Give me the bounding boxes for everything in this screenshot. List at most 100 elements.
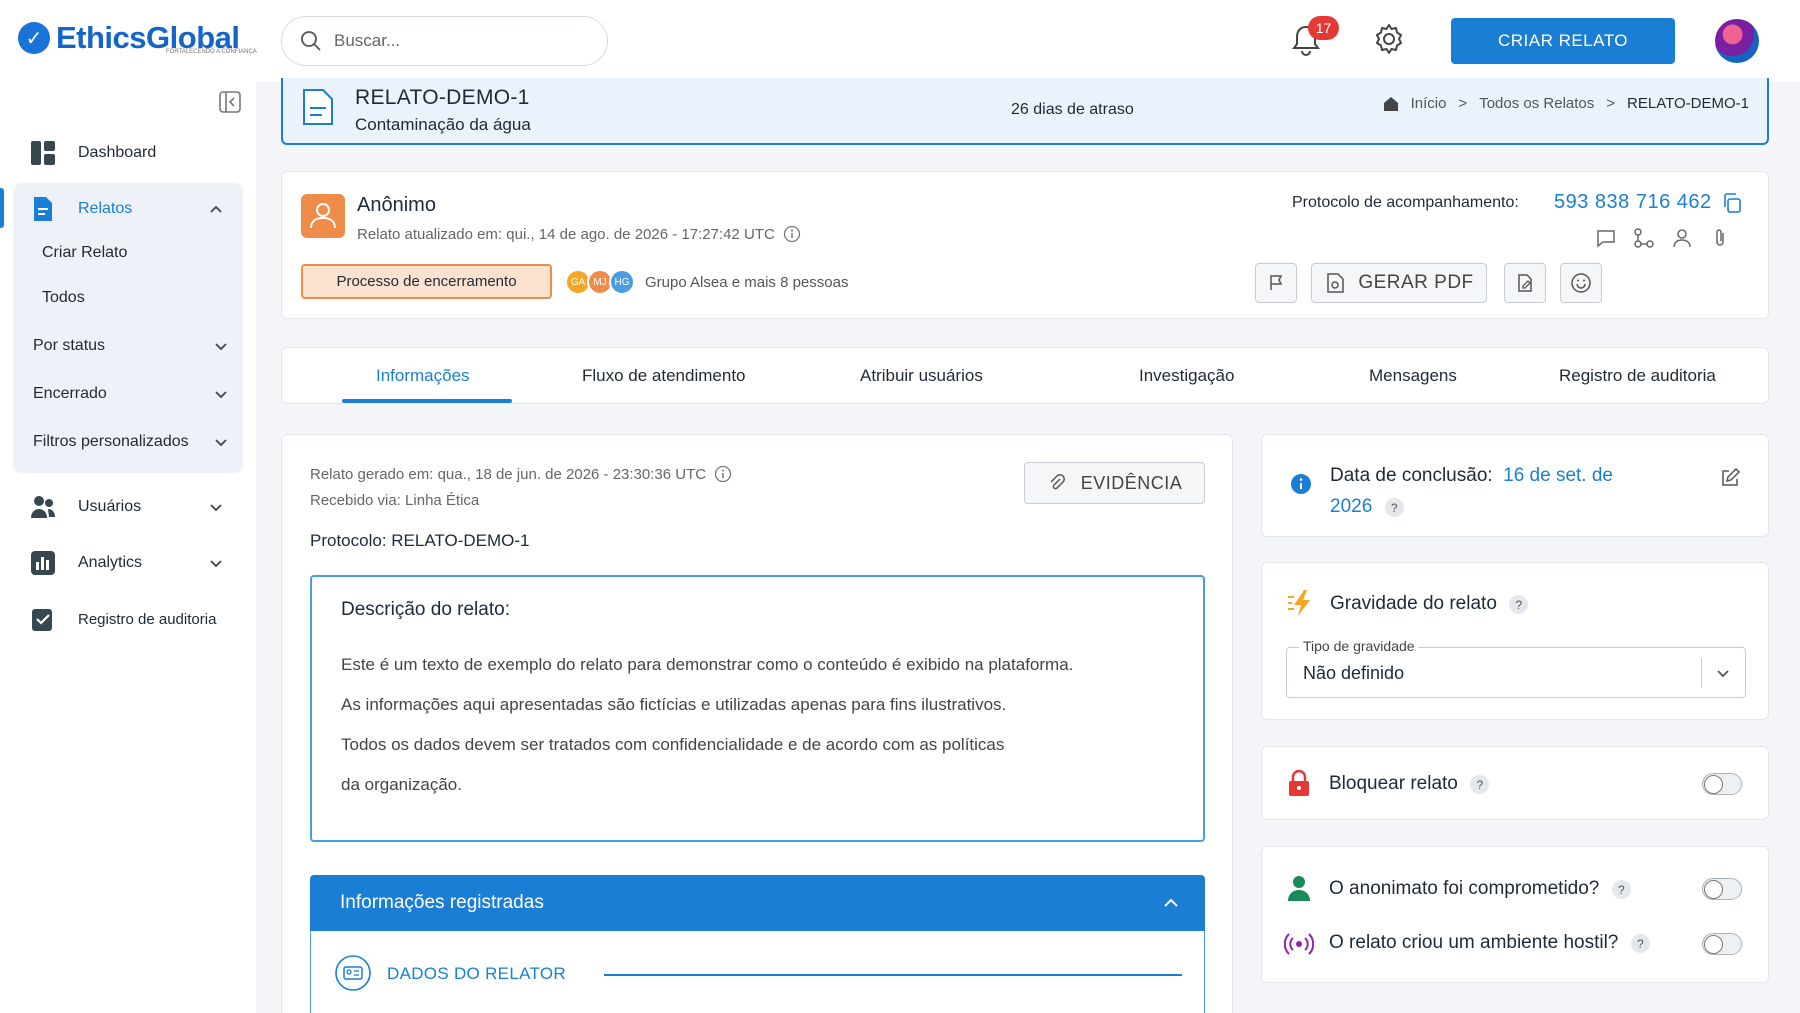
status-chip[interactable]: Processo de encerramento: [301, 264, 552, 299]
registered-info-header[interactable]: Informações registradas: [310, 875, 1205, 931]
severity-select[interactable]: Tipo de gravidade Não definido: [1286, 638, 1746, 698]
conclusion-date-2: 2026: [1330, 496, 1373, 517]
brand-tagline: FORTALECENDO A CONFIANÇA: [166, 49, 257, 55]
hostile-label: O relato criou um ambiente hostil?: [1329, 932, 1619, 953]
breadcrumb-home[interactable]: Início: [1411, 95, 1447, 112]
description-title: Descrição do relato:: [341, 599, 510, 620]
flag-button[interactable]: [1255, 263, 1297, 303]
search-input[interactable]: [334, 31, 574, 51]
info-filled-icon: [1291, 474, 1311, 494]
search-icon: [301, 31, 321, 51]
analytics-icon: [31, 551, 55, 575]
sidebar-item-dashboard[interactable]: Dashboard: [30, 140, 156, 166]
tab-investigacao[interactable]: Investigação: [1139, 366, 1234, 386]
home-icon: [1383, 96, 1398, 111]
edit-document-icon: [1518, 274, 1532, 292]
search-box[interactable]: [281, 16, 608, 66]
audit-icon: [32, 609, 52, 631]
description-line: da organização.: [341, 775, 462, 794]
document-icon: [303, 89, 333, 125]
help-icon[interactable]: ?: [1384, 498, 1404, 518]
assignees-group[interactable]: GA MJ HG Grupo Alsea e mais 8 pessoas: [565, 269, 848, 295]
tab-atribuir[interactable]: Atribuir usuários: [860, 366, 983, 386]
workflow-icon[interactable]: [1633, 227, 1655, 249]
top-bar: ✓ EthicsGlobal FORTALECENDO A CONFIANÇA …: [0, 0, 1800, 82]
help-icon[interactable]: ?: [1470, 775, 1490, 795]
chevron-down-icon: [215, 391, 227, 399]
active-tab-indicator: [342, 399, 512, 403]
chat-icon[interactable]: [1595, 227, 1617, 249]
info-icon[interactable]: [714, 465, 732, 483]
conclusion-text: Data de conclusão: 16 de set. de 2026 ?: [1330, 461, 1660, 523]
copy-icon[interactable]: [1721, 192, 1743, 214]
received-via: Recebido via: Linha Ética: [310, 492, 480, 509]
lightning-icon: [1288, 590, 1310, 616]
attachment-icon[interactable]: [1709, 227, 1731, 249]
sidebar-item-por-status[interactable]: Por status: [33, 337, 229, 355]
tab-fluxo[interactable]: Fluxo de atendimento: [582, 366, 746, 386]
check-logo-icon: ✓: [18, 22, 50, 54]
help-icon[interactable]: ?: [1509, 595, 1529, 615]
breadcrumb-current: RELATO-DEMO-1: [1627, 95, 1749, 112]
lock-label-row: Bloquear relato ?: [1329, 773, 1490, 795]
anon-toggle[interactable]: [1702, 878, 1742, 900]
hostile-label-row: O relato criou um ambiente hostil? ?: [1329, 932, 1650, 954]
id-card-icon: [335, 955, 371, 991]
link-icon: [1050, 474, 1065, 490]
reporter-card: Anônimo Relato atualizado em: qui., 14 d…: [281, 171, 1769, 319]
sidebar-item-criar-relato[interactable]: Criar Relato: [42, 244, 127, 262]
dashboard-icon: [31, 141, 55, 165]
sidebar-item-filtros[interactable]: Filtros personalizados: [33, 433, 229, 451]
sidebar-item-analytics[interactable]: Analytics: [30, 550, 226, 576]
feedback-button[interactable]: [1560, 263, 1602, 303]
sidebar-item-label: Usuários: [78, 498, 142, 515]
registered-info-body: DADOS DO RELATOR: [310, 931, 1205, 1013]
sidebar-item-label: Encerrado: [33, 385, 107, 402]
tab-informacoes[interactable]: Informações: [376, 366, 470, 386]
sidebar-item-usuarios[interactable]: Usuários: [30, 494, 226, 520]
hostile-toggle[interactable]: [1702, 933, 1742, 955]
info-icon[interactable]: [783, 225, 801, 243]
reporter-name: Anônimo: [357, 194, 436, 216]
anon-label: O anonimato foi comprometido?: [1329, 878, 1600, 899]
lock-label: Bloquear relato: [1329, 773, 1458, 794]
generate-pdf-button[interactable]: GERAR PDF: [1311, 263, 1487, 303]
conclusion-label: Data de conclusão:: [1330, 465, 1493, 486]
help-icon[interactable]: ?: [1630, 934, 1650, 954]
lock-card: Bloquear relato ?: [1261, 746, 1769, 820]
tab-mensagens[interactable]: Mensagens: [1369, 366, 1457, 386]
chevron-down-icon: [215, 439, 227, 447]
collapse-sidebar-icon[interactable]: [218, 90, 242, 114]
evidence-label: EVIDÊNCIA: [1080, 472, 1183, 493]
create-report-button[interactable]: CRIAR RELATO: [1451, 18, 1675, 64]
evidence-button[interactable]: EVIDÊNCIA: [1024, 462, 1205, 504]
chevron-down-icon: [210, 504, 222, 512]
edit-icon[interactable]: [1719, 467, 1741, 489]
sidebar-item-encerrado[interactable]: Encerrado: [33, 385, 229, 403]
person-icon: [1288, 876, 1310, 901]
user-settings-icon[interactable]: [1671, 227, 1693, 249]
breadcrumb-all[interactable]: Todos os Relatos: [1479, 95, 1594, 112]
edit-document-button[interactable]: [1504, 263, 1546, 303]
section-divider: [604, 974, 1182, 976]
lock-toggle[interactable]: [1702, 773, 1742, 795]
reporter-data-section[interactable]: DADOS DO RELATOR: [387, 964, 566, 984]
description-line: Todos os dados devem ser tratados com co…: [341, 735, 1005, 754]
chevron-down-icon: [215, 343, 227, 351]
select-divider: [1701, 658, 1702, 688]
user-avatar[interactable]: [1715, 19, 1759, 63]
chevron-up-icon: [210, 205, 222, 213]
severity-header: Gravidade do relato ?: [1330, 593, 1529, 615]
help-icon[interactable]: ?: [1611, 880, 1631, 900]
gear-icon[interactable]: [1372, 22, 1406, 56]
tab-registro-auditoria[interactable]: Registro de auditoria: [1559, 366, 1716, 386]
report-subject: Contaminação da água: [355, 115, 531, 134]
sidebar-item-registro[interactable]: Registro de auditoria: [30, 606, 216, 632]
users-icon: [31, 496, 55, 518]
sidebar-item-relatos[interactable]: Relatos: [30, 196, 226, 222]
severity-value: Não definido: [1303, 663, 1405, 683]
broadcast-icon: [1284, 933, 1314, 955]
sidebar-item-todos[interactable]: Todos: [42, 289, 85, 307]
sidebar-item-label: Analytics: [78, 554, 143, 571]
report-tools: [1595, 227, 1731, 249]
